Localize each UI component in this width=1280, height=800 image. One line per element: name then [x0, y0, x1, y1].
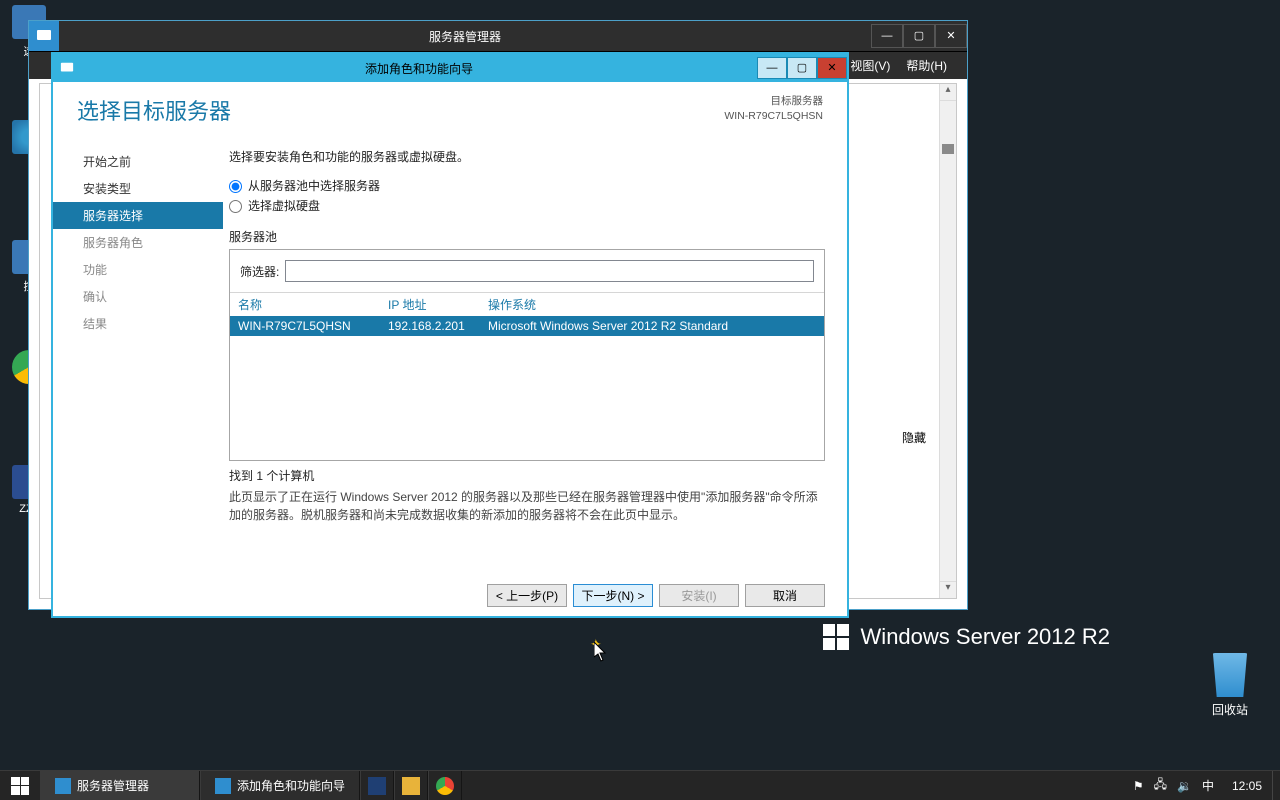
minimize-button[interactable]: —: [871, 24, 903, 48]
col-ip[interactable]: IP 地址: [388, 296, 488, 313]
server-manager-icon: [55, 778, 71, 794]
target-server-info: 目标服务器 WIN-R79C7L5QHSN: [724, 94, 823, 123]
taskbar-item-explorer[interactable]: [394, 771, 428, 800]
radio-select-vhd[interactable]: 选择虚拟硬盘: [229, 197, 825, 214]
found-count: 找到 1 个计算机: [229, 467, 825, 484]
system-tray[interactable]: ⚑ 🖧 🔉 中: [1125, 771, 1222, 800]
col-os[interactable]: 操作系统: [488, 296, 536, 313]
filter-input[interactable]: [285, 260, 814, 282]
maximize-button[interactable]: ▢: [903, 24, 935, 48]
nav-step-results: 结果: [53, 310, 223, 337]
titlebar[interactable]: 服务器管理器 — ▢ ✕: [29, 21, 967, 51]
wizard-footer: < 上一步(P) 下一步(N) > 安装(I) 取消: [53, 578, 847, 612]
server-pool-label: 服务器池: [229, 228, 825, 245]
app-icon: [29, 21, 59, 51]
ime-icon[interactable]: 中: [1202, 777, 1214, 794]
close-button[interactable]: ✕: [817, 57, 847, 79]
hide-link[interactable]: 隐藏: [902, 429, 926, 446]
page-heading: 选择目标服务器: [77, 94, 231, 126]
table-header: 名称 IP 地址 操作系统: [230, 292, 824, 316]
nav-step-server-selection[interactable]: 服务器选择: [53, 202, 223, 229]
windows-watermark: Windows Server 2012 R2: [823, 624, 1110, 650]
chrome-icon: [436, 777, 454, 795]
filter-label: 筛选器:: [240, 263, 279, 280]
cancel-button[interactable]: 取消: [745, 584, 825, 607]
network-icon[interactable]: 🖧: [1154, 775, 1167, 796]
powershell-icon: [368, 777, 386, 795]
windows-logo-icon: [823, 624, 849, 650]
app-icon: [53, 54, 81, 82]
recycle-bin[interactable]: 回收站: [1200, 653, 1260, 718]
flag-icon[interactable]: ⚑: [1133, 779, 1144, 793]
server-pool-panel: 筛选器: 名称 IP 地址 操作系统 WIN-R79C7L5QHSN 192.1…: [229, 249, 825, 461]
taskbar-item-powershell[interactable]: [360, 771, 394, 800]
window-title: 添加角色和功能向导: [81, 60, 757, 77]
window-title: 服务器管理器: [59, 28, 871, 45]
page-note: 此页显示了正在运行 Windows Server 2012 的服务器以及那些已经…: [229, 488, 825, 524]
table-row[interactable]: WIN-R79C7L5QHSN 192.168.2.201 Microsoft …: [230, 316, 824, 336]
scrollbar[interactable]: ▴▾: [939, 84, 956, 598]
next-button[interactable]: 下一步(N) >: [573, 584, 653, 607]
sound-icon[interactable]: 🔉: [1177, 779, 1192, 793]
nav-step-roles: 服务器角色: [53, 229, 223, 256]
titlebar[interactable]: 添加角色和功能向导 — ▢ ✕: [53, 54, 847, 82]
col-name[interactable]: 名称: [238, 296, 388, 313]
nav-step-before[interactable]: 开始之前: [53, 148, 223, 175]
wizard-icon: [215, 778, 231, 794]
folder-icon: [402, 777, 420, 795]
close-button[interactable]: ✕: [935, 24, 967, 48]
add-roles-wizard-window: 添加角色和功能向导 — ▢ ✕ 选择目标服务器 目标服务器 WIN-R79C7L…: [51, 52, 849, 618]
taskbar-item-chrome[interactable]: [428, 771, 462, 800]
menu-help[interactable]: 帮助(H): [906, 57, 947, 74]
wizard-nav: 开始之前 安装类型 服务器选择 服务器角色 功能 确认 结果: [53, 148, 223, 578]
install-button: 安装(I): [659, 584, 739, 607]
show-desktop-button[interactable]: [1272, 771, 1280, 800]
nav-step-confirm: 确认: [53, 283, 223, 310]
windows-logo-icon: [11, 777, 29, 795]
nav-step-type[interactable]: 安装类型: [53, 175, 223, 202]
previous-button[interactable]: < 上一步(P): [487, 584, 567, 607]
start-button[interactable]: [0, 771, 40, 800]
minimize-button[interactable]: —: [757, 57, 787, 79]
maximize-button[interactable]: ▢: [787, 57, 817, 79]
bin-icon: [1211, 653, 1249, 697]
highlight-star-icon: ✦: [590, 636, 602, 653]
instruction-text: 选择要安装角色和功能的服务器或虚拟硬盘。: [229, 148, 825, 165]
taskbar: 服务器管理器 添加角色和功能向导 ⚑ 🖧 🔉 中 12:05: [0, 770, 1280, 800]
taskbar-clock[interactable]: 12:05: [1222, 771, 1272, 800]
menu-view[interactable]: 视图(V): [850, 57, 890, 74]
taskbar-item-wizard[interactable]: 添加角色和功能向导: [200, 771, 360, 800]
taskbar-item-server-manager[interactable]: 服务器管理器: [40, 771, 200, 800]
nav-step-features: 功能: [53, 256, 223, 283]
radio-select-from-pool[interactable]: 从服务器池中选择服务器: [229, 177, 825, 194]
